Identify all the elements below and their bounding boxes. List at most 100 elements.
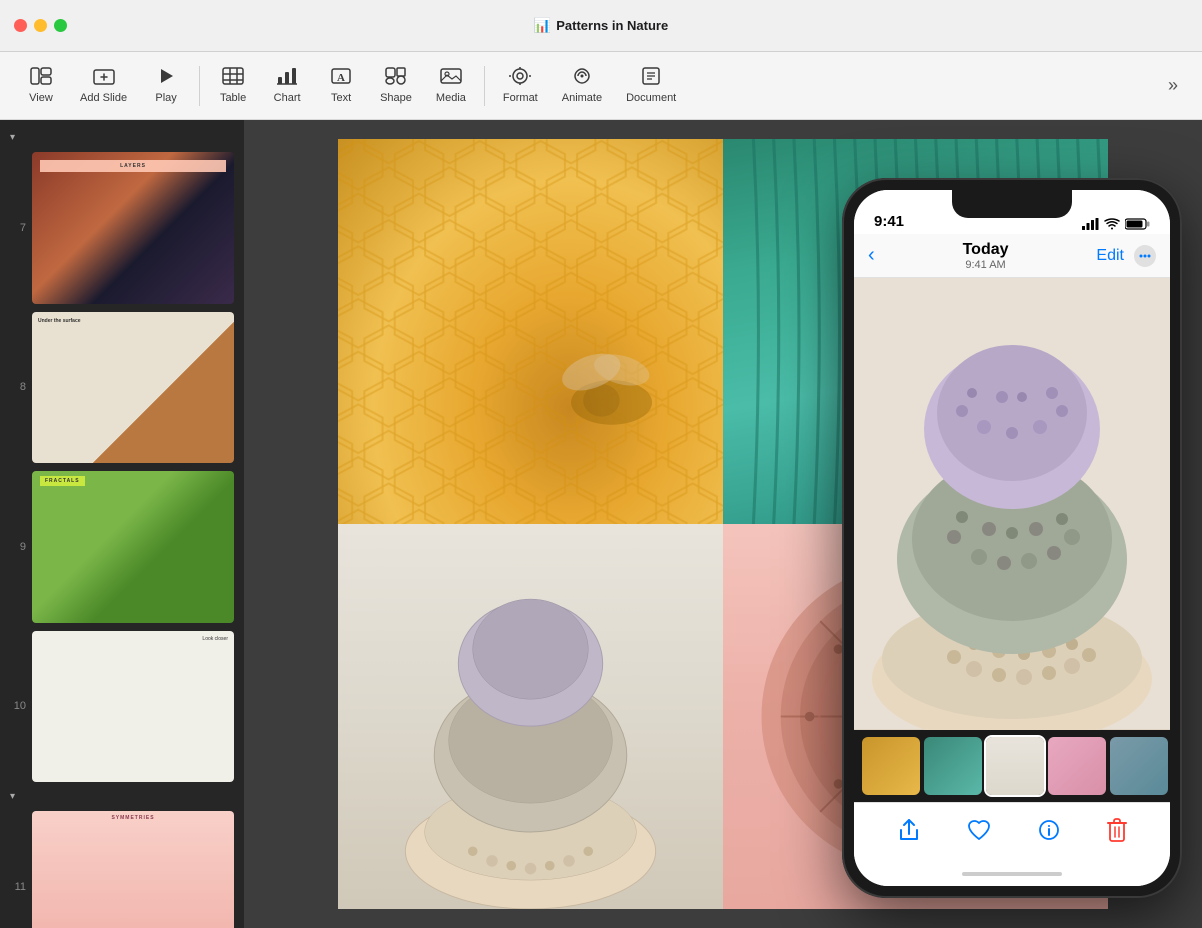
heart-icon: [967, 819, 991, 841]
ellipsis-icon: [1139, 250, 1151, 262]
toolbar-format[interactable]: Format: [493, 61, 548, 110]
view-icon: [30, 67, 52, 88]
slide-thumb-9[interactable]: FRACTALS: [32, 471, 234, 623]
toolbar-table[interactable]: Table: [208, 61, 258, 110]
info-button[interactable]: [1038, 819, 1060, 847]
slide-thumb-10[interactable]: Look closer: [32, 631, 234, 783]
toolbar-document[interactable]: Document: [616, 61, 686, 110]
slide-item-9[interactable]: 9 FRACTALS: [0, 468, 244, 626]
filmstrip-thumb-2[interactable]: [924, 737, 982, 795]
slide-number-7: 7: [10, 222, 26, 234]
back-icon[interactable]: ‹: [868, 244, 875, 267]
slide-item-7[interactable]: 7 LAYERS: [0, 149, 244, 307]
view-label: View: [29, 92, 53, 104]
phone-frame: 9:41: [842, 178, 1182, 898]
table-label: Table: [220, 92, 246, 104]
phone-overlay: 9:41: [832, 168, 1202, 928]
slide-item-8[interactable]: 8 Under the surface: [0, 309, 244, 467]
traffic-lights: [0, 19, 67, 32]
quadrant-bottom-left: [338, 524, 723, 909]
chart-icon: [276, 67, 298, 88]
main-area: ▾ 7 LAYERS 8 Under the surface 9: [0, 120, 1202, 928]
share-button[interactable]: [898, 818, 920, 848]
title-bar: 📊 Patterns in Nature: [0, 0, 1202, 52]
phone-nav-actions: Edit: [1096, 245, 1156, 267]
trash-icon: [1107, 818, 1127, 842]
toolbar-add-slide[interactable]: Add Slide: [70, 61, 137, 110]
slide-number-9: 9: [10, 541, 26, 553]
phone-edit-button[interactable]: Edit: [1096, 247, 1124, 265]
slide-group-7-header[interactable]: ▾: [0, 128, 244, 147]
phone-filmstrip: [854, 730, 1170, 802]
toolbar-animate[interactable]: Animate: [552, 61, 612, 110]
slide-group-11-header[interactable]: ▾: [0, 787, 244, 806]
chevron-icon: ▾: [10, 132, 15, 143]
keynote-icon: 📊: [534, 17, 551, 34]
sea-urchins-image: [854, 278, 1170, 730]
animate-label: Animate: [562, 92, 602, 104]
document-icon: [640, 67, 662, 88]
shape-label: Shape: [380, 92, 412, 104]
slide-thumb-8[interactable]: Under the surface: [32, 312, 234, 464]
toolbar-media[interactable]: Media: [426, 61, 476, 110]
add-slide-icon: [93, 67, 115, 88]
filmstrip-thumb-3[interactable]: [986, 737, 1044, 795]
phone-nav-subtitle: 9:41 AM: [883, 259, 1089, 271]
svg-text:A: A: [337, 72, 345, 84]
trash-button[interactable]: [1107, 818, 1127, 848]
phone-time: 9:41: [874, 213, 904, 230]
filmstrip-thumb-4[interactable]: [1048, 737, 1106, 795]
play-icon: [157, 67, 175, 88]
phone-notch: [952, 190, 1072, 218]
home-bar: [962, 872, 1062, 876]
phone-status-icons: [1082, 218, 1150, 230]
phone-nav-center: Today 9:41 AM: [883, 241, 1089, 271]
chevron-icon-2: ▾: [10, 791, 15, 802]
toolbar-view[interactable]: View: [16, 61, 66, 110]
slide-item-10[interactable]: 10 Look closer: [0, 628, 244, 786]
animate-icon: [571, 67, 593, 88]
toolbar-shape[interactable]: Shape: [370, 61, 422, 110]
heart-button[interactable]: [967, 819, 991, 847]
maximize-button[interactable]: [54, 19, 67, 32]
filmstrip-thumb-1[interactable]: [862, 737, 920, 795]
canvas-area[interactable]: 9:41: [244, 120, 1202, 928]
phone-main-image: [854, 278, 1170, 730]
quadrant-top-left: [338, 139, 723, 524]
format-icon: [509, 67, 531, 88]
battery-icon: [1125, 218, 1150, 230]
play-label: Play: [155, 92, 176, 104]
chart-label: Chart: [274, 92, 301, 104]
phone-nav-title: Today: [883, 241, 1089, 259]
window-title: 📊 Patterns in Nature: [534, 17, 668, 34]
media-label: Media: [436, 92, 466, 104]
slide-thumb-7[interactable]: LAYERS: [32, 152, 234, 304]
slide-thumb-11[interactable]: SYMMETRIES: [32, 811, 234, 928]
slide-number-8: 8: [10, 381, 26, 393]
share-icon: [898, 818, 920, 842]
toolbar-play[interactable]: Play: [141, 61, 191, 110]
toolbar: View Add Slide Play: [0, 52, 1202, 120]
shape-icon: [385, 67, 407, 88]
phone-nav-bar: ‹ Today 9:41 AM Edit: [854, 234, 1170, 278]
slide-number-10: 10: [10, 700, 26, 712]
toolbar-more-button[interactable]: »: [1160, 71, 1186, 100]
filmstrip-thumb-5[interactable]: [1110, 737, 1168, 795]
wifi-icon: [1104, 218, 1120, 230]
phone-screen: 9:41: [854, 190, 1170, 886]
slide-number-11: 11: [10, 881, 26, 893]
slide-panel: ▾ 7 LAYERS 8 Under the surface 9: [0, 120, 244, 928]
signal-icon: [1082, 218, 1099, 230]
close-button[interactable]: [14, 19, 27, 32]
phone-home-indicator: [854, 862, 1170, 886]
media-icon: [440, 67, 462, 88]
table-icon: [222, 67, 244, 88]
text-label: Text: [331, 92, 351, 104]
phone-more-button[interactable]: [1134, 245, 1156, 267]
toolbar-chart[interactable]: Chart: [262, 61, 312, 110]
slide-item-11[interactable]: 11 SYMMETRIES: [0, 808, 244, 928]
toolbar-separator-1: [199, 66, 200, 106]
minimize-button[interactable]: [34, 19, 47, 32]
phone-toolbar: [854, 802, 1170, 862]
toolbar-text[interactable]: A Text: [316, 61, 366, 110]
